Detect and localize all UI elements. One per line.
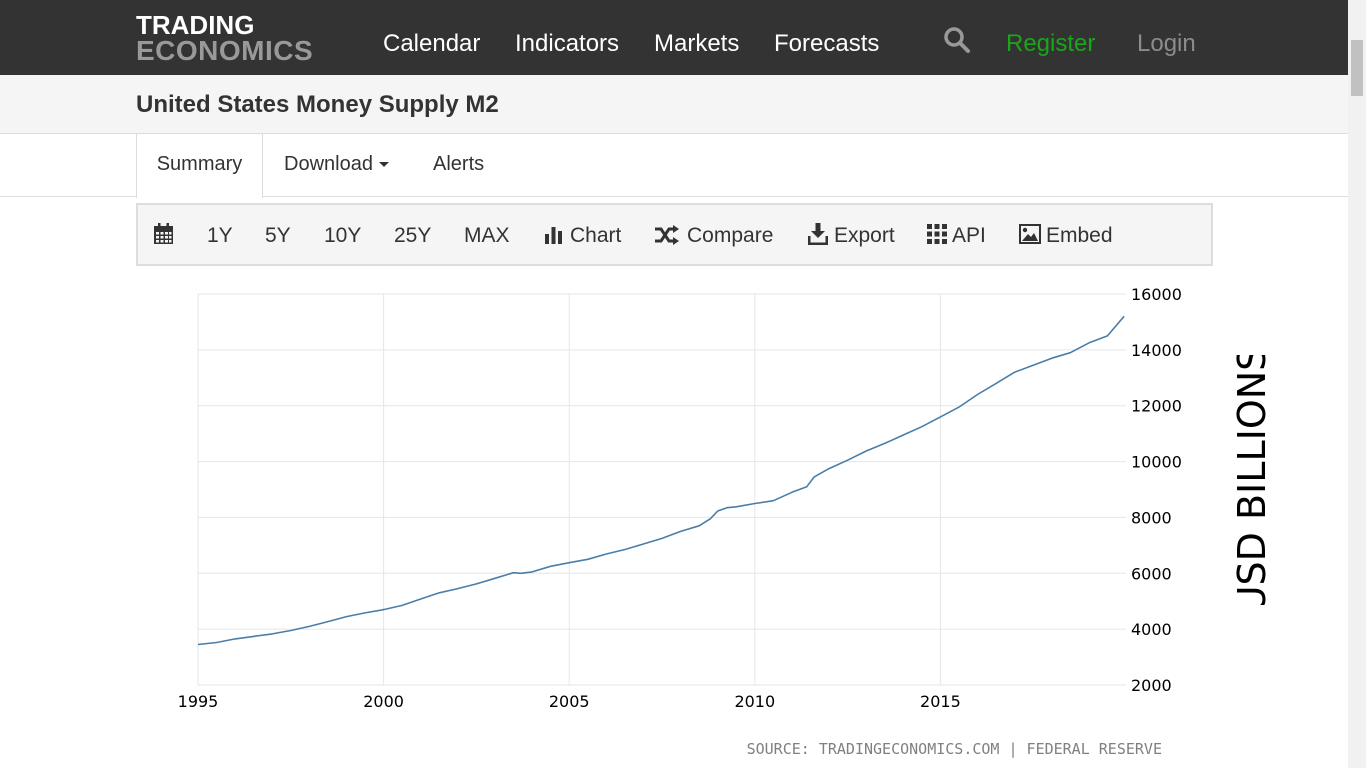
tab-download-label: Download [284, 153, 373, 175]
nav-indicators-link[interactable]: Indicators [515, 30, 619, 58]
range-1y-button[interactable]: 1Y [207, 224, 233, 248]
y-tick-label: 4000 [1131, 620, 1172, 639]
page-title: United States Money Supply M2 [136, 91, 499, 118]
top-navbar: TRADING ECONOMICS Calendar Indicators Ma… [0, 0, 1348, 75]
brand-line2: ECONOMICS [136, 35, 314, 66]
y-tick-label: 12000 [1131, 397, 1182, 416]
title-bar: United States Money Supply M2 [0, 75, 1348, 134]
login-link[interactable]: Login [1137, 30, 1196, 58]
chart-area: 2000 4000 6000 8000 10000 12000 14000 16000 1995… [136, 270, 1348, 768]
x-tick-label: 2005 [549, 692, 590, 711]
unit-label: USD BILLIONS [1230, 355, 1274, 605]
range-5y-button[interactable]: 5Y [265, 224, 291, 248]
bar-chart-icon [545, 227, 562, 244]
x-tick-label: 2000 [363, 692, 404, 711]
y-tick-label: 6000 [1131, 564, 1172, 583]
nav-markets-link[interactable]: Markets [654, 30, 739, 58]
api-button-label: API [952, 224, 986, 247]
y-tick-label: 10000 [1131, 453, 1182, 472]
embed-button-label: Embed [1046, 224, 1113, 247]
brand-logo[interactable]: TRADING ECONOMICS [136, 12, 314, 66]
page-scrollbar[interactable] [1348, 0, 1366, 768]
export-button-label: Export [834, 224, 895, 247]
download-icon [808, 223, 828, 245]
y-tick-label: 2000 [1131, 676, 1172, 695]
tab-alerts-label: Alerts [433, 153, 485, 175]
chart-source-label: SOURCE: TRADINGECONOMICS.COM | FEDERAL R… [747, 740, 1162, 758]
range-25y-button[interactable]: 25Y [394, 224, 431, 248]
x-tick-label: 1995 [178, 692, 219, 711]
grid-icon [927, 224, 947, 244]
shuffle-icon [655, 225, 679, 245]
y-tick-label: 8000 [1131, 508, 1172, 527]
tab-download[interactable]: Download [284, 134, 389, 197]
nav-calendar-link[interactable]: Calendar [383, 30, 480, 58]
y-tick-label: 14000 [1131, 341, 1182, 360]
series-line [197, 315, 1125, 646]
tab-alerts[interactable]: Alerts [433, 134, 484, 197]
tab-summary[interactable]: Summary [136, 134, 263, 198]
y-axis-unit-label: USD BILLIONS [1230, 355, 1274, 605]
x-tick-label: 2010 [734, 692, 775, 711]
chevron-down-icon [378, 162, 389, 168]
tab-summary-label: Summary [156, 153, 243, 175]
tab-bar: Summary Download Alerts [0, 134, 1348, 198]
search-icon[interactable] [943, 26, 971, 54]
money-supply-chart: 2000 4000 6000 8000 10000 12000 14000 16000 1995… [178, 285, 1182, 758]
y-tick-label: 16000 [1131, 285, 1182, 304]
chart-toolbar: 1Y 5Y 10Y 25Y MAX Chart Compare Export A… [136, 203, 1213, 266]
nav-forecasts-link[interactable]: Forecasts [774, 30, 879, 58]
range-10y-button[interactable]: 10Y [324, 224, 361, 248]
range-max-button[interactable]: MAX [464, 224, 510, 248]
scrollbar-thumb[interactable] [1351, 40, 1363, 96]
chart-button-label: Chart [570, 224, 622, 247]
compare-button-label: Compare [687, 224, 774, 247]
calendar-icon[interactable] [153, 223, 174, 245]
register-link[interactable]: Register [1006, 30, 1095, 58]
x-tick-label: 2015 [920, 692, 961, 711]
image-icon [1019, 224, 1041, 244]
